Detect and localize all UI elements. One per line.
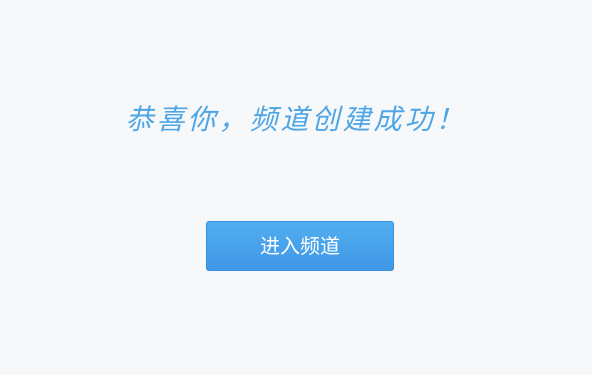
success-panel: 恭喜你，频道创建成功！ 进入频道: [0, 0, 592, 375]
enter-channel-button[interactable]: 进入频道: [206, 221, 394, 271]
success-headline: 恭喜你，频道创建成功！: [125, 103, 467, 136]
